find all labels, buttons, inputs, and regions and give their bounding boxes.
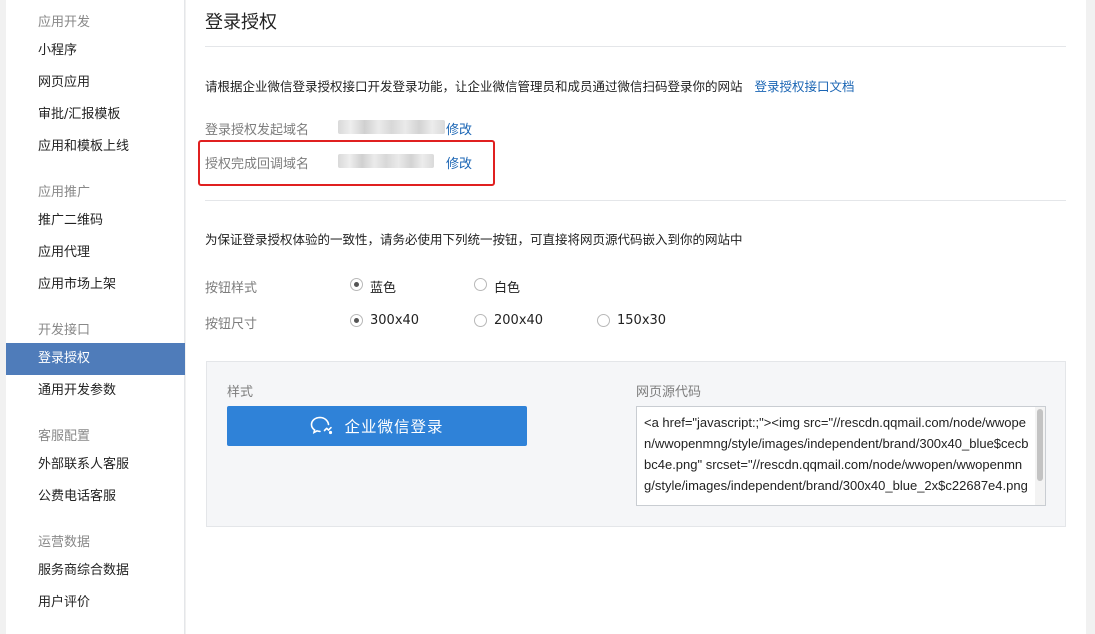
sidebar-item-approval-template[interactable]: 审批/汇报模板 — [6, 99, 185, 131]
callback-domain-label: 授权完成回调域名 — [205, 157, 310, 172]
sidebar-item-web-app[interactable]: 网页应用 — [6, 67, 185, 99]
group-title-ops-data: 运营数据 — [38, 535, 91, 550]
sidebar-item-phone-support[interactable]: 公费电话客服 — [6, 481, 185, 513]
callback-domain-edit-link[interactable]: 修改 — [446, 153, 472, 172]
group-title-support: 客服配置 — [38, 429, 91, 444]
group-title-app-dev: 应用开发 — [38, 15, 91, 30]
source-code-text: <a href="javascript:;"><img src="//rescd… — [644, 415, 1029, 493]
size-150x30-label[interactable]: 150x30 — [617, 313, 666, 328]
sidebar-item-market-listing[interactable]: 应用市场上架 — [6, 269, 185, 301]
right-gutter — [1086, 0, 1095, 634]
style-preview-label: 样式 — [227, 385, 254, 400]
sidebar-item-app-launch[interactable]: 应用和模板上线 — [6, 131, 185, 163]
style-white-radio[interactable] — [474, 278, 487, 291]
source-code-label: 网页源代码 — [636, 385, 702, 400]
section-divider — [205, 200, 1066, 201]
sidebar-item-promo-qrcode[interactable]: 推广二维码 — [6, 205, 185, 237]
wecom-login-button[interactable]: 企业微信登录 — [227, 406, 527, 446]
doc-link[interactable]: 登录授权接口文档 — [755, 79, 855, 94]
sidebar-nav: 应用开发 小程序 网页应用 审批/汇报模板 应用和模板上线 应用推广 推广二维码… — [6, 0, 185, 634]
main-content: 登录授权 请根据企业微信登录授权接口开发登录功能，让企业微信管理员和成员通过微信… — [186, 0, 1086, 634]
initiate-domain-edit-link[interactable]: 修改 — [446, 119, 472, 138]
callback-domain-value-redacted — [338, 154, 434, 168]
size-200x40-radio[interactable] — [474, 314, 487, 327]
scrollbar-thumb[interactable] — [1037, 409, 1043, 481]
button-style-label: 按钮样式 — [205, 281, 258, 296]
initiate-domain-value-redacted — [338, 120, 445, 134]
source-code-textarea[interactable]: <a href="javascript:;"><img src="//rescd… — [636, 406, 1046, 506]
sidebar-item-contact-support[interactable]: 外部联系人客服 — [6, 449, 185, 481]
page-title: 登录授权 — [205, 12, 277, 33]
intro-text: 请根据企业微信登录授权接口开发登录功能，让企业微信管理员和成员通过微信扫码登录你… — [205, 76, 855, 95]
size-300x40-label[interactable]: 300x40 — [370, 313, 419, 328]
size-200x40-label[interactable]: 200x40 — [494, 313, 543, 328]
button-usage-note: 为保证登录授权体验的一致性，请务必使用下列统一按钮，可直接将网页源代码嵌入到你的… — [205, 232, 743, 247]
title-divider — [205, 46, 1066, 47]
source-code-scrollbar[interactable] — [1035, 407, 1045, 505]
button-size-label: 按钮尺寸 — [205, 317, 258, 332]
preview-panel: 样式 企业微信登录 网页源代码 <a href="javascript:;"><… — [206, 361, 1066, 527]
sidebar-item-user-reviews[interactable]: 用户评价 — [6, 587, 185, 619]
group-title-app-promo: 应用推广 — [38, 185, 91, 200]
sidebar-item-mini-program[interactable]: 小程序 — [6, 35, 185, 67]
group-title-dev-api: 开发接口 — [38, 323, 91, 338]
size-300x40-radio[interactable] — [350, 314, 363, 327]
style-white-label[interactable]: 白色 — [494, 277, 520, 296]
wecom-login-button-label: 企业微信登录 — [344, 418, 444, 436]
sidebar-item-login-auth[interactable]: 登录授权 — [6, 343, 185, 375]
style-blue-radio[interactable] — [350, 278, 363, 291]
size-150x30-radio[interactable] — [597, 314, 610, 327]
wecom-chat-bubbles-icon — [310, 415, 334, 437]
sidebar-item-app-agent[interactable]: 应用代理 — [6, 237, 185, 269]
style-blue-label[interactable]: 蓝色 — [370, 277, 396, 296]
sidebar-item-dev-params[interactable]: 通用开发参数 — [6, 375, 185, 407]
initiate-domain-label: 登录授权发起域名 — [205, 123, 310, 138]
sidebar-item-provider-data[interactable]: 服务商综合数据 — [6, 555, 185, 587]
intro-description: 请根据企业微信登录授权接口开发登录功能，让企业微信管理员和成员通过微信扫码登录你… — [205, 79, 743, 94]
